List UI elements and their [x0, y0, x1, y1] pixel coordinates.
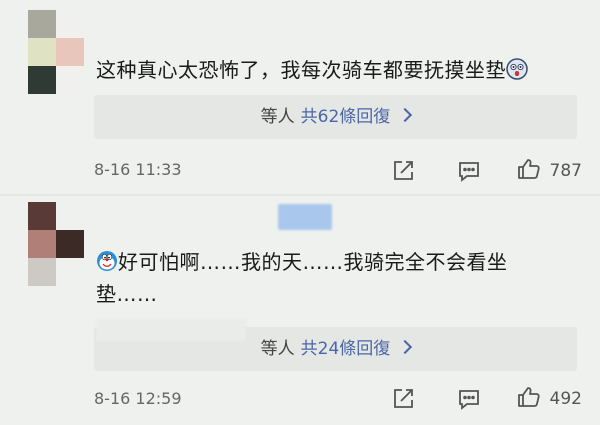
replies-count: 共62條回復 — [300, 107, 391, 127]
redacted-username — [278, 204, 332, 230]
thumbs-up-icon — [516, 384, 542, 414]
replies-user-prefix: 等人 — [260, 339, 295, 359]
comment-body: 这种真心太恐怖了，我每次骑车都要抚摸坐垫 — [96, 58, 506, 82]
comment-body: 好可怕啊……我的天……我骑完全不会看坐垫…… — [96, 250, 508, 306]
like-button[interactable]: 492 — [516, 384, 582, 414]
comment-icon[interactable] — [456, 158, 482, 184]
like-count: 492 — [549, 389, 582, 409]
thumbs-up-icon — [516, 156, 542, 186]
replies-user-prefix: 等人 — [260, 107, 295, 127]
comment-timestamp: 8-16 11:33 — [94, 160, 182, 179]
comment-actions: 787 — [350, 156, 582, 186]
comment-icon[interactable] — [456, 386, 482, 412]
surprised-face-icon — [506, 57, 528, 80]
chevron-right-icon — [398, 107, 413, 123]
comment-item: 这种真心太恐怖了，我每次骑车都要抚摸坐垫 等人 共62條回復 8-16 11:33 — [0, 0, 600, 196]
comment-timestamp: 8-16 12:59 — [94, 389, 182, 408]
share-icon[interactable] — [390, 386, 416, 412]
avatar[interactable] — [28, 202, 84, 286]
replies-count: 共24條回復 — [300, 339, 391, 359]
comment-item: 好可怕啊……我的天……我骑完全不会看坐垫…… 等人 共24條回復 8-16 12:… — [0, 196, 600, 425]
share-icon[interactable] — [390, 158, 416, 184]
comment-text: 好可怕啊……我的天……我骑完全不会看坐垫…… — [96, 246, 564, 310]
comment-actions: 492 — [350, 384, 582, 414]
doraemon-face-icon — [96, 249, 118, 271]
redacted-text — [96, 319, 246, 341]
like-button[interactable]: 787 — [516, 156, 582, 186]
comment-text: 这种真心太恐怖了，我每次骑车都要抚摸坐垫 — [96, 54, 576, 86]
like-count: 787 — [549, 161, 582, 181]
avatar[interactable] — [28, 10, 84, 94]
chevron-right-icon — [398, 339, 413, 355]
view-replies-button[interactable]: 等人 共62條回復 — [94, 95, 577, 139]
